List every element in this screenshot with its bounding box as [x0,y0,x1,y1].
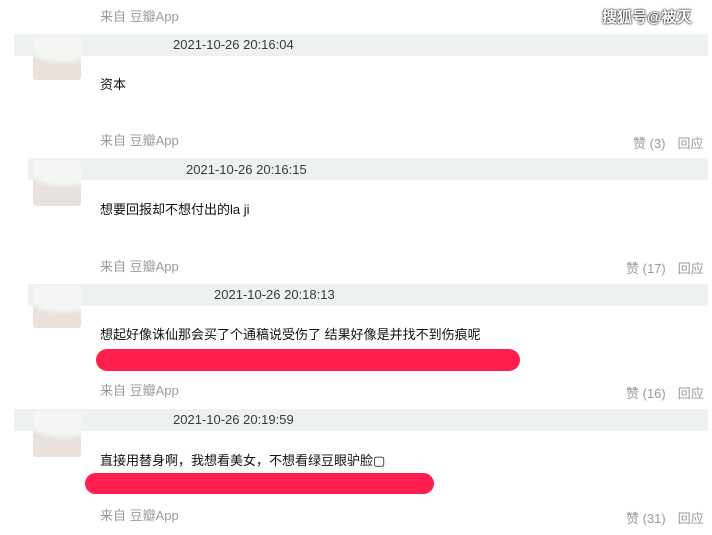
like-button[interactable]: 赞 (31) [626,511,666,526]
like-button[interactable]: 赞 (3) [633,136,666,151]
comment-meta-bar [28,158,708,180]
comment-actions: 赞 (3) 回应 [633,133,704,152]
comment-time: 2021-10-26 20:18:13 [214,287,335,302]
reply-button[interactable]: 回应 [678,136,704,151]
comment-meta-bar [14,34,708,56]
comment-source: 来自 豆瓣App [100,9,179,24]
comment-actions: 赞 (31) 回应 [626,508,704,527]
comment-time: 2021-10-26 20:19:59 [173,412,294,427]
comment-text: 资本 [100,77,127,92]
like-button[interactable]: 赞 (16) [626,386,666,401]
comment-source: 来自 豆瓣App [100,259,179,274]
comment-meta-bar [28,284,708,306]
comment-meta-bar [14,409,708,431]
comment-source: 来自 豆瓣App [100,133,179,148]
reply-button[interactable]: 回应 [678,386,704,401]
comment-actions: 赞 (17) 回应 [626,258,704,277]
comment-time: 2021-10-26 20:16:04 [173,37,294,52]
comment-time: 2021-10-26 20:16:15 [186,162,307,177]
avatar[interactable] [33,411,81,457]
comment-source: 来自 豆瓣App [100,383,179,398]
comment-text: 想要回报却不想付出的la ji [100,202,250,217]
reply-button[interactable]: 回应 [678,511,704,526]
comment-text: 直接用替身啊，我想看美女，不想看绿豆眼驴脸▢ [100,453,386,468]
comment-text: 想起好像诛仙那会买了个通稿说受伤了 结果好像是并找不到伤痕呢 [100,327,481,342]
like-button[interactable]: 赞 (17) [626,261,666,276]
comment-source: 来自 豆瓣App [100,508,179,523]
comment-actions: 赞 (16) 回应 [626,383,704,402]
avatar[interactable] [33,286,81,328]
redaction-mark [96,349,520,371]
avatar[interactable] [33,36,81,80]
watermark: 搜狐号@被灭 [602,9,692,26]
redaction-mark [85,473,434,494]
reply-button[interactable]: 回应 [678,261,704,276]
avatar[interactable] [33,160,81,206]
